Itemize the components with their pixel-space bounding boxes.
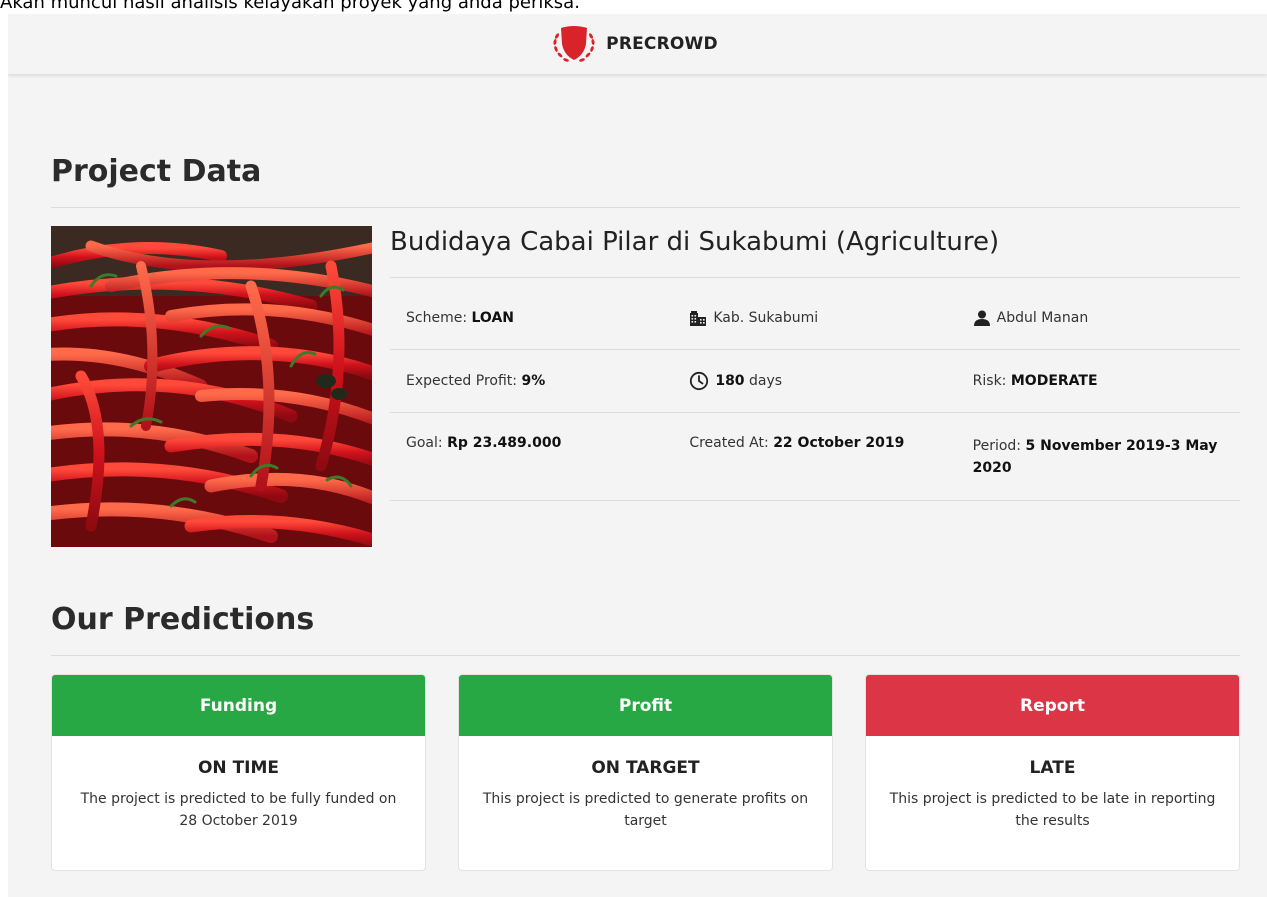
app-frame: PRECROWD Project Data Budidaya Cabai Pil… [8, 14, 1267, 897]
location-value: Kab. Sukabumi [713, 309, 819, 326]
owner-value: Abdul Manan [996, 309, 1089, 326]
divider [51, 207, 1240, 208]
goal-value: Rp 23.489.000 [447, 435, 562, 451]
card-header: Funding [52, 675, 425, 736]
scheme-cell: Scheme: LOAN [390, 286, 673, 349]
card-status: LATE [1029, 758, 1076, 778]
duration-unit: days [749, 373, 783, 389]
project-info-table: Scheme: LOAN Kab. Sukabumi Abdul Manan E… [390, 286, 1240, 501]
card-description: This project is predicted to generate pr… [482, 791, 809, 829]
project-data-heading: Project Data [51, 154, 262, 189]
divider [390, 277, 1240, 278]
info-row: Goal: Rp 23.489.000 Created At: 22 Octob… [390, 413, 1240, 501]
risk-cell: Risk: MODERATE [957, 350, 1240, 412]
card-description: The project is predicted to be fully fun… [80, 791, 397, 829]
prediction-card-report: Report LATE This project is predicted to… [865, 674, 1240, 871]
period-cell: Period: 5 November 2019-3 May 2020 [957, 413, 1240, 479]
brand-name: PRECROWD [606, 34, 718, 54]
info-row: Expected Profit: 9% 180 days Risk: MODER… [390, 350, 1240, 413]
navbar: PRECROWD [8, 14, 1267, 74]
period-label: Period: [972, 438, 1022, 454]
card-header: Profit [459, 675, 832, 736]
building-icon [690, 310, 707, 326]
project-title: Budidaya Cabai Pilar di Sukabumi (Agricu… [390, 227, 1000, 257]
duration-value: 180 [715, 373, 745, 389]
divider [51, 655, 1240, 656]
brand-link[interactable]: PRECROWD [550, 22, 718, 66]
card-status: ON TARGET [591, 758, 700, 778]
profit-value: 9% [521, 373, 546, 389]
goal-label: Goal: [406, 435, 443, 451]
shield-laurel-icon [553, 26, 595, 62]
owner-cell: Abdul Manan [957, 286, 1240, 349]
location-cell: Kab. Sukabumi [673, 286, 956, 349]
card-body: ON TARGET This project is predicted to g… [459, 736, 832, 832]
duration-cell: 180 days [673, 350, 956, 412]
goal-cell: Goal: Rp 23.489.000 [390, 413, 673, 451]
card-status: ON TIME [197, 758, 280, 778]
user-icon [973, 310, 990, 326]
created-cell: Created At: 22 October 2019 [673, 413, 956, 451]
info-row: Scheme: LOAN Kab. Sukabumi Abdul Manan [390, 286, 1240, 350]
card-description: This project is predicted to be late in … [889, 791, 1216, 829]
scheme-label: Scheme: [406, 309, 468, 326]
profit-label: Expected Profit: [406, 373, 518, 389]
prediction-card-profit: Profit ON TARGET This project is predict… [458, 674, 833, 871]
clock-icon [690, 371, 709, 391]
risk-value: MODERATE [1010, 373, 1098, 389]
risk-label: Risk: [972, 373, 1007, 389]
project-image [51, 226, 372, 547]
created-label: Created At: [689, 435, 769, 451]
predictions-heading: Our Predictions [51, 602, 315, 637]
page-caption: Akan muncul hasil analisis kelayakan pro… [0, 0, 580, 13]
card-header: Report [866, 675, 1239, 736]
card-body: LATE This project is predicted to be lat… [866, 736, 1239, 832]
scheme-value: LOAN [471, 309, 515, 326]
profit-cell: Expected Profit: 9% [390, 350, 673, 412]
prediction-card-funding: Funding ON TIME The project is predicted… [51, 674, 426, 871]
created-value: 22 October 2019 [773, 435, 905, 451]
card-body: ON TIME The project is predicted to be f… [52, 736, 425, 832]
